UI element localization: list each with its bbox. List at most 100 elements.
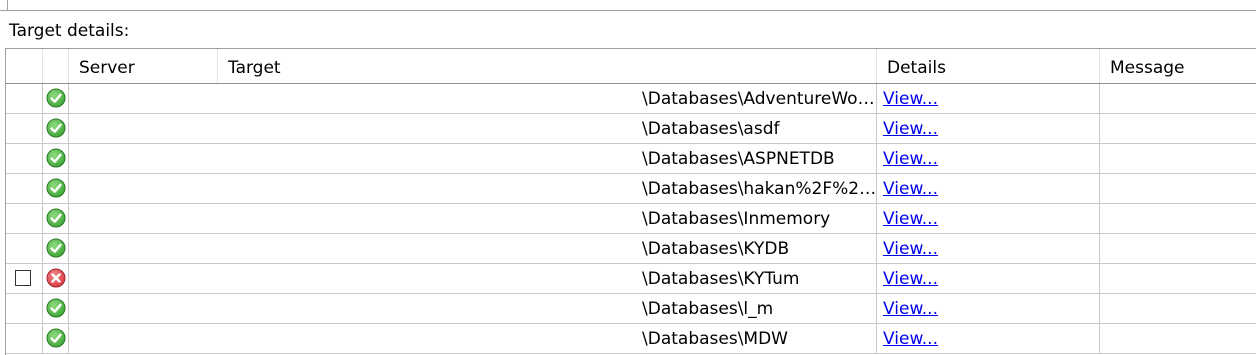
server-cell — [69, 204, 218, 234]
target-path: \Databases\l_m — [642, 299, 774, 319]
target-cell: \Databases\hakan%2F%2E… — [218, 174, 877, 204]
success-check-icon — [46, 88, 66, 108]
target-cell: \Databases\AdventureWor… — [218, 84, 877, 114]
success-check-icon — [46, 328, 66, 348]
message-cell — [1100, 294, 1256, 324]
target-path: \Databases\KYDB — [642, 239, 790, 259]
target-path: \Databases\AdventureWor… — [642, 89, 877, 109]
server-cell — [69, 324, 218, 354]
details-cell: View... — [877, 204, 1100, 234]
table-row[interactable]: \Databases\AdventureWor… View... — [6, 84, 1256, 114]
server-cell — [69, 84, 218, 114]
target-cell: \Databases\l_m — [218, 294, 877, 324]
details-cell: View... — [877, 234, 1100, 264]
header-server[interactable]: Server — [69, 49, 218, 83]
server-cell — [69, 234, 218, 264]
message-cell — [1100, 324, 1256, 354]
details-cell: View... — [877, 264, 1100, 294]
view-details-link[interactable]: View... — [883, 149, 938, 169]
target-path: \Databases\MDW — [642, 329, 788, 349]
grid-header: Server Target Details Message — [6, 49, 1256, 84]
status-cell — [43, 114, 69, 144]
status-cell — [43, 294, 69, 324]
table-row[interactable]: \Databases\MDW View... — [6, 324, 1256, 354]
header-target[interactable]: Target — [218, 49, 877, 83]
message-cell — [1100, 144, 1256, 174]
view-details-link[interactable]: View... — [883, 329, 938, 349]
target-path: \Databases\Inmemory — [642, 209, 831, 229]
checkbox-cell — [6, 264, 43, 294]
checkbox-cell — [6, 324, 43, 354]
header-status-column[interactable] — [43, 49, 69, 83]
message-cell — [1100, 264, 1256, 294]
section-label: Target details: — [9, 21, 130, 41]
message-cell — [1100, 234, 1256, 264]
target-path: \Databases\asdf — [642, 119, 780, 139]
status-cell — [43, 264, 69, 294]
message-cell — [1100, 84, 1256, 114]
success-check-icon — [46, 118, 66, 138]
target-cell: \Databases\KYTum — [218, 264, 877, 294]
view-details-link[interactable]: View... — [883, 299, 938, 319]
success-check-icon — [46, 298, 66, 318]
table-row[interactable]: \Databases\l_m View... — [6, 294, 1256, 324]
details-cell: View... — [877, 144, 1100, 174]
details-cell: View... — [877, 114, 1100, 144]
server-cell — [69, 174, 218, 204]
view-details-link[interactable]: View... — [883, 89, 938, 109]
header-checkbox-column[interactable] — [6, 49, 43, 83]
view-details-link[interactable]: View... — [883, 179, 938, 199]
status-cell — [43, 324, 69, 354]
checkbox-cell — [6, 294, 43, 324]
server-cell — [69, 294, 218, 324]
target-path: \Databases\hakan%2F%2E… — [642, 179, 877, 199]
target-cell: \Databases\ASPNETDB — [218, 144, 877, 174]
target-cell: \Databases\MDW — [218, 324, 877, 354]
target-cell: \Databases\Inmemory — [218, 204, 877, 234]
table-row[interactable]: \Databases\hakan%2F%2E… View... — [6, 174, 1256, 204]
status-cell — [43, 174, 69, 204]
checkbox-cell — [6, 84, 43, 114]
checkbox-cell — [6, 204, 43, 234]
target-details-grid: Server Target Details Message \Databases… — [5, 48, 1256, 355]
target-path: \Databases\ASPNETDB — [642, 149, 835, 169]
server-cell — [69, 264, 218, 294]
success-check-icon — [46, 238, 66, 258]
server-cell — [69, 144, 218, 174]
table-row[interactable]: \Databases\ASPNETDB View... — [6, 144, 1256, 174]
checkbox-cell — [6, 174, 43, 204]
details-cell: View... — [877, 84, 1100, 114]
target-cell: \Databases\asdf — [218, 114, 877, 144]
status-cell — [43, 204, 69, 234]
message-cell — [1100, 114, 1256, 144]
status-cell — [43, 144, 69, 174]
top-panel-border — [7, 0, 8, 10]
message-cell — [1100, 204, 1256, 234]
target-path: \Databases\KYTum — [642, 269, 800, 289]
error-icon — [46, 268, 66, 288]
view-details-link[interactable]: View... — [883, 119, 938, 139]
checkbox-cell — [6, 144, 43, 174]
success-check-icon — [46, 208, 66, 228]
header-details[interactable]: Details — [877, 49, 1100, 83]
view-details-link[interactable]: View... — [883, 209, 938, 229]
success-check-icon — [46, 178, 66, 198]
details-cell: View... — [877, 294, 1100, 324]
status-cell — [43, 84, 69, 114]
details-cell: View... — [877, 324, 1100, 354]
checkbox-cell — [6, 234, 43, 264]
server-cell — [69, 114, 218, 144]
target-cell: \Databases\KYDB — [218, 234, 877, 264]
message-cell — [1100, 174, 1256, 204]
success-check-icon — [46, 148, 66, 168]
status-cell — [43, 234, 69, 264]
table-row[interactable]: \Databases\KYDB View... — [6, 234, 1256, 264]
row-checkbox[interactable] — [15, 270, 31, 286]
header-message[interactable]: Message — [1100, 49, 1256, 83]
table-row[interactable]: \Databases\Inmemory View... — [6, 204, 1256, 234]
table-row[interactable]: \Databases\asdf View... — [6, 114, 1256, 144]
view-details-link[interactable]: View... — [883, 239, 938, 259]
table-row[interactable]: \Databases\KYTum View... — [6, 264, 1256, 294]
checkbox-cell — [6, 114, 43, 144]
view-details-link[interactable]: View... — [883, 269, 938, 289]
